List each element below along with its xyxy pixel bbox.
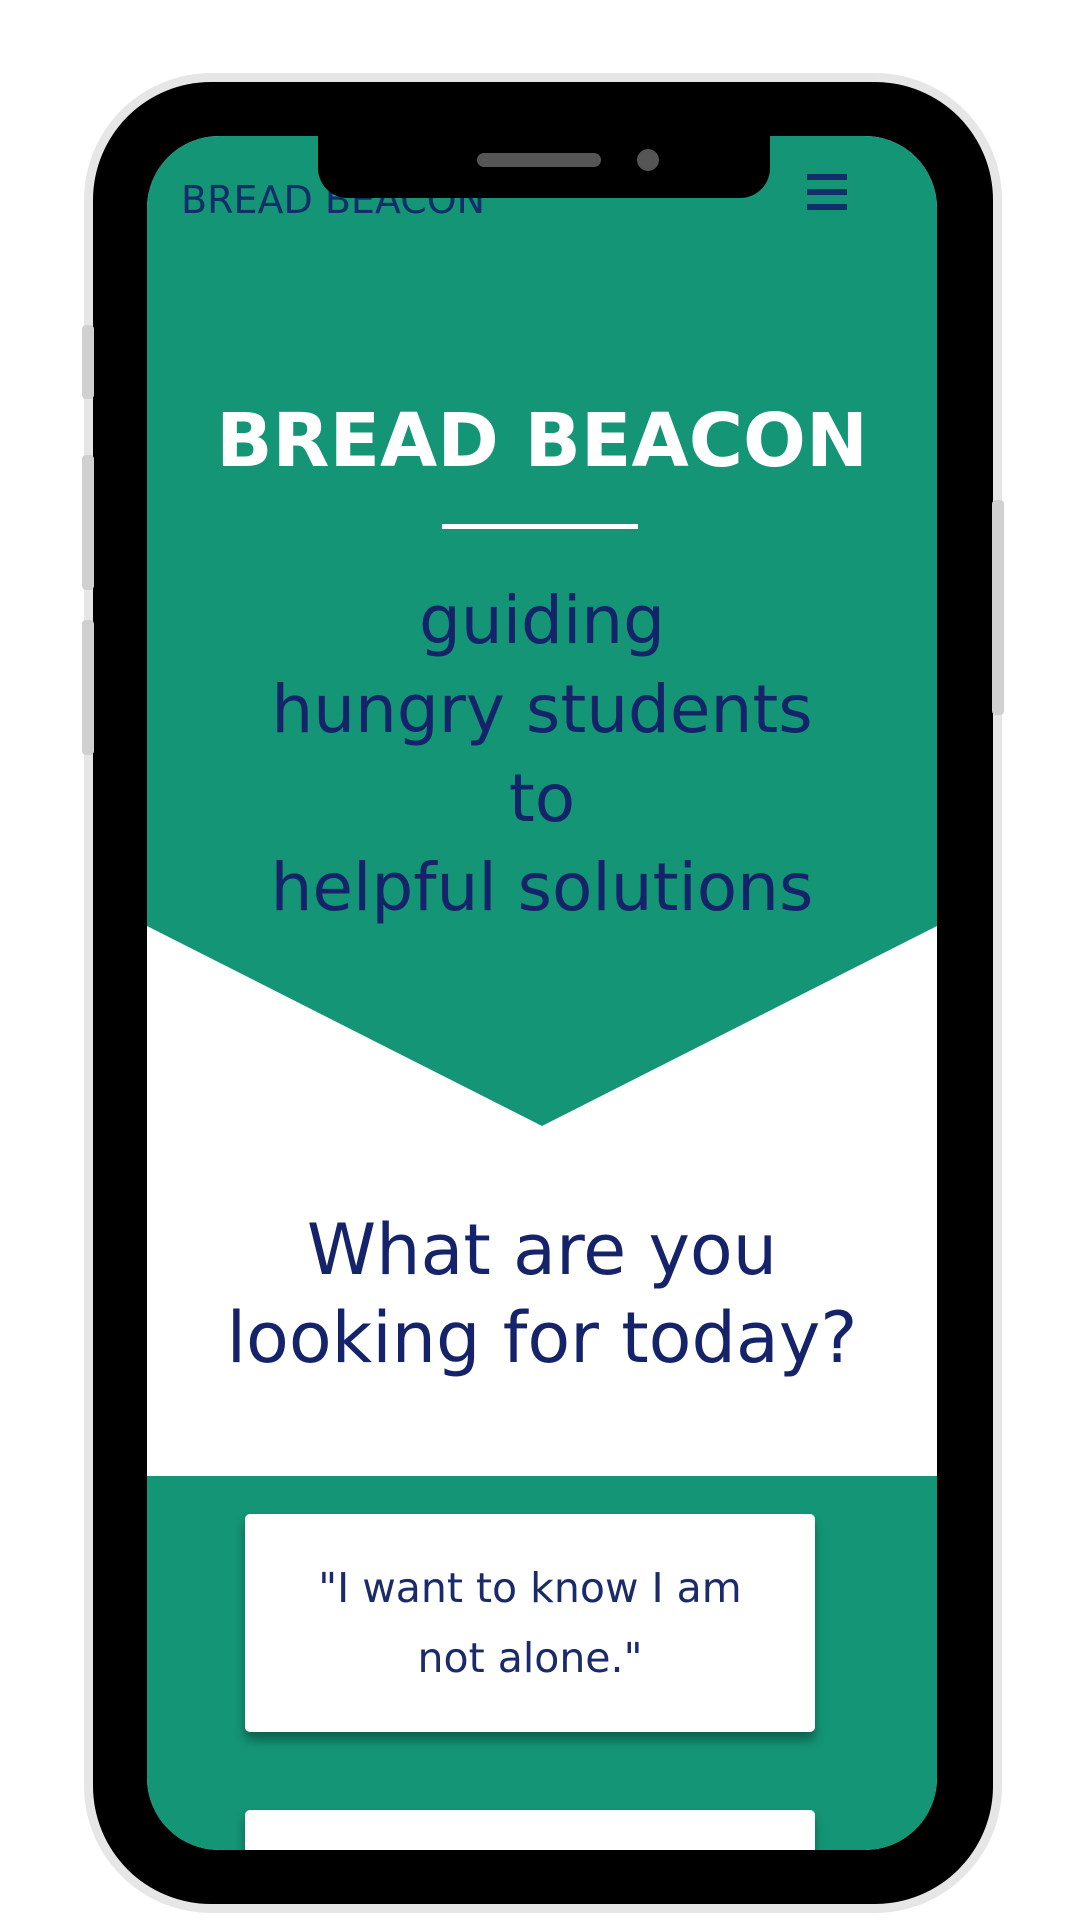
tagline-line: to <box>508 760 576 837</box>
option-card-not-alone[interactable]: "I want to know I am not alone." <box>245 1514 815 1732</box>
mute-switch <box>82 325 94 399</box>
tagline-line: helpful solutions <box>270 849 814 926</box>
hamburger-menu-icon[interactable] <box>807 174 851 214</box>
power-button <box>992 500 1004 715</box>
question-line: looking for today? <box>226 1297 858 1379</box>
question-line: What are you <box>306 1209 778 1291</box>
volume-up-button <box>82 455 94 590</box>
front-camera <box>637 149 659 171</box>
speaker-grille <box>477 153 601 167</box>
phone-screen: BREAD BEACON BREAD BEACON guiding hungry… <box>147 136 937 1850</box>
option-card[interactable] <box>245 1810 815 1850</box>
tagline-line: hungry students <box>271 671 813 748</box>
hero-title: BREAD BEACON <box>216 398 868 484</box>
question-heading: What are you looking for today? <box>147 1206 937 1382</box>
tagline-line: guiding <box>418 582 666 659</box>
option-card-label: "I want to know I am not alone." <box>318 1564 742 1682</box>
hero-tagline: guiding hungry students to helpful solut… <box>147 576 937 932</box>
hero-divider <box>442 524 638 529</box>
volume-down-button <box>82 620 94 755</box>
phone-notch <box>318 136 770 198</box>
